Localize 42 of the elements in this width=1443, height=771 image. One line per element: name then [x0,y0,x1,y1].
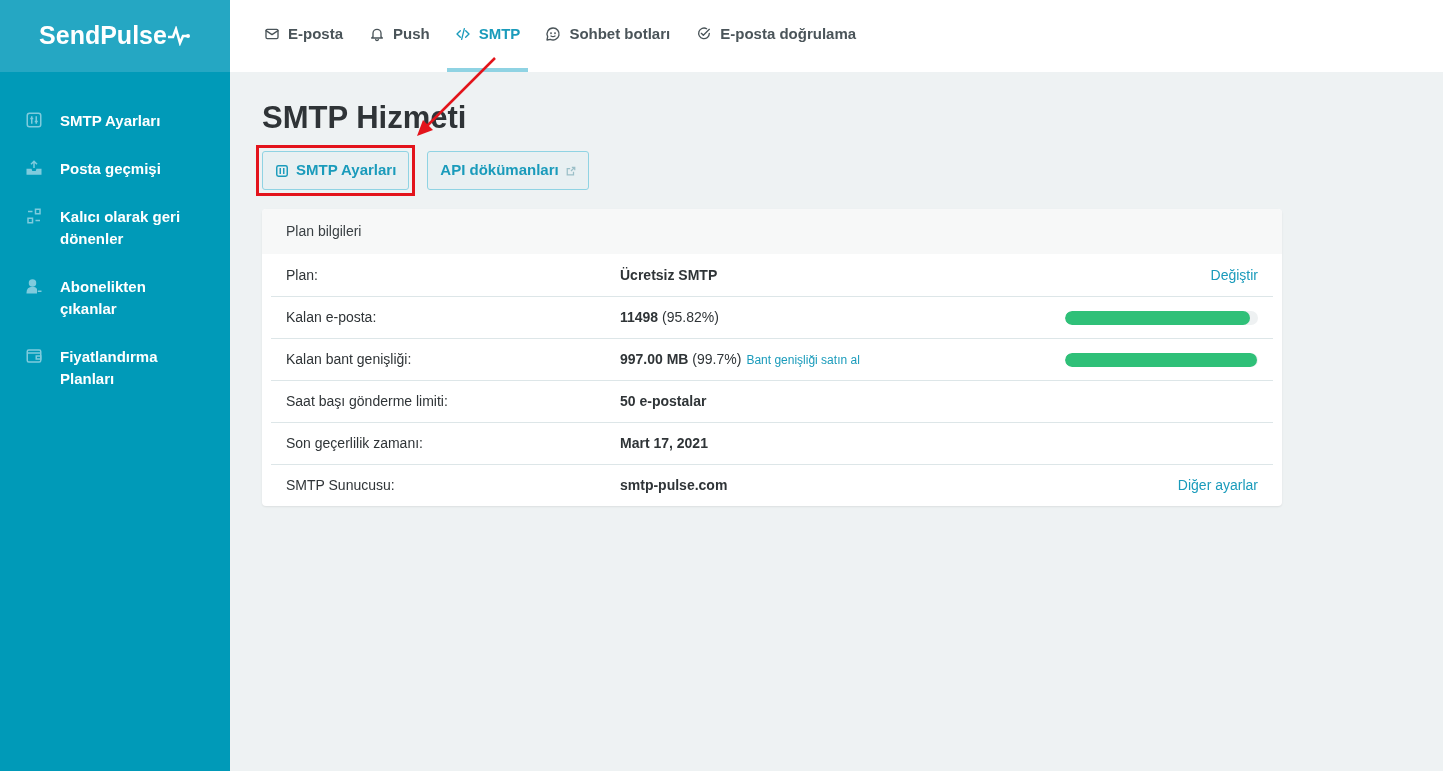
logo-text: SendPulse [39,20,167,52]
row-label: Son geçerlilik zamanı: [286,434,424,453]
nav-tab[interactable]: Sohbet botları [544,0,672,72]
row-value: 11498 (95.82%) [620,308,719,327]
nav-tab[interactable]: E-posta doğrulama [695,0,858,72]
check-circle-icon [696,26,713,42]
row-value: 50 e-postalar [620,392,707,411]
sidebar-item[interactable]: Fiyatlandırma Planları [0,346,230,390]
row-value: smtp-pulse.com [620,476,728,495]
action-link[interactable]: Değiştir [1210,264,1258,286]
exchange-icon [25,207,43,225]
nav-tab[interactable]: SMTP [446,0,529,72]
sidebar-item[interactable]: Posta geçmişi [0,158,230,180]
row-label: Saat başı gönderme limiti: [286,392,449,411]
row-value: Ücretsiz SMTP [620,265,718,285]
sidebar-item[interactable]: SMTP Ayarları [0,110,230,132]
sliders-icon [25,111,43,129]
card-header: Plan bilgileri [286,222,362,241]
envelope-icon [264,26,280,42]
chat-icon [545,26,562,42]
nav-tab[interactable]: E-posta [263,0,344,72]
smtp-settings-button[interactable]: SMTP Ayarları [262,151,410,190]
row-value: Mart 17, 2021 [620,434,708,453]
row-label: Kalan e-posta: [286,308,378,327]
row-label: Plan: [286,265,319,285]
wallet-icon [25,347,43,365]
code-icon [454,26,471,42]
pulse-logo-icon [166,26,191,46]
external-link-icon [565,165,576,176]
user-minus-icon [25,277,43,295]
bell-icon [369,26,385,42]
row-label: Kalan bant genişliği: [286,350,413,369]
row-label: SMTP Sunucusu: [286,476,396,495]
sidebar-item[interactable]: Kalıcı olarak geri dönenler [0,206,230,250]
nav-tab[interactable]: Push [368,0,431,72]
api-docs-button[interactable]: API dökümanları [427,151,589,190]
row-value: 997.00 MB (99.7%) [620,350,742,369]
buy-bandwidth-link[interactable]: Bant genişliği satın al [746,350,860,369]
sidebar-item[interactable]: Abonelikten çıkanlar [0,276,230,320]
action-link[interactable]: Diğer ayarlar [1177,475,1258,496]
upload-tray-icon [25,159,43,177]
sliders-icon [275,163,289,178]
